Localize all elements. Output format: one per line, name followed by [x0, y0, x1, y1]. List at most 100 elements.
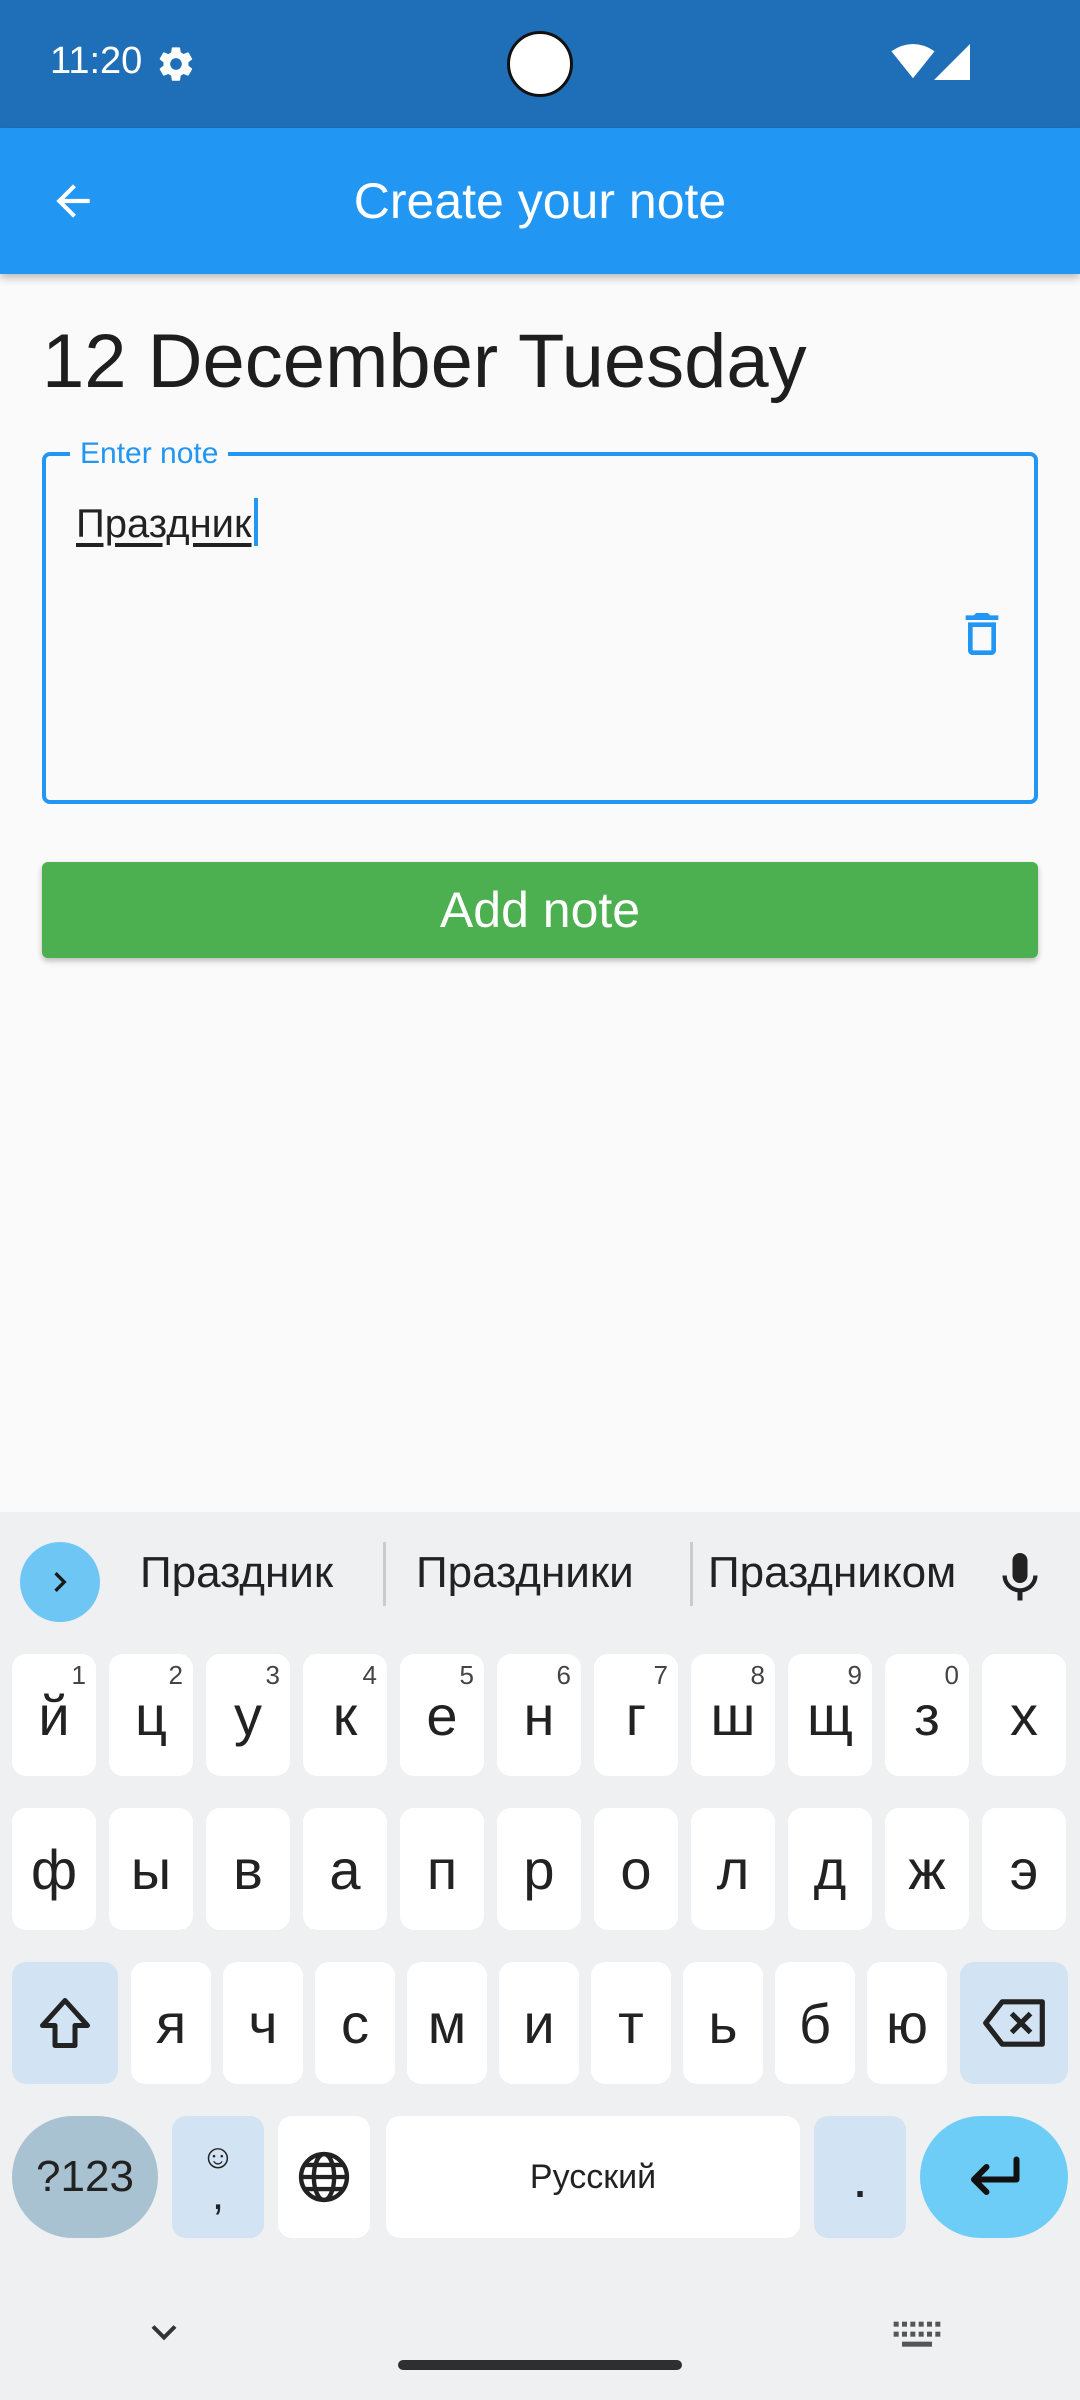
- key-ю[interactable]: ю: [867, 1962, 947, 2084]
- key-hint: 0: [944, 1660, 959, 1690]
- shift-key[interactable]: [12, 1962, 118, 2084]
- key-р[interactable]: р: [497, 1808, 581, 1930]
- note-input-text: Праздник: [76, 502, 252, 546]
- key-label: ь: [708, 1991, 738, 2055]
- key-label: о: [620, 1837, 652, 1901]
- period-key[interactable]: .: [814, 2116, 906, 2238]
- soft-keyboard: Праздник Праздники Праздником й1ц2у3к4е5…: [0, 1512, 1080, 2400]
- hide-keyboard-chevron-icon[interactable]: [142, 2310, 186, 2354]
- suggestion-3[interactable]: Праздником: [708, 1548, 956, 1598]
- key-label: и: [523, 1991, 555, 2055]
- key-э[interactable]: э: [982, 1808, 1066, 1930]
- key-label: э: [1009, 1837, 1039, 1901]
- key-label: в: [233, 1837, 263, 1901]
- key-д[interactable]: д: [788, 1808, 872, 1930]
- key-label: у: [234, 1683, 262, 1747]
- key-label: л: [716, 1837, 750, 1901]
- key-label: г: [625, 1683, 647, 1747]
- key-й[interactable]: й1: [12, 1654, 96, 1776]
- text-caret: [253, 498, 258, 547]
- suggestion-divider: [690, 1542, 693, 1606]
- key-label: щ: [806, 1683, 854, 1747]
- key-hint: 6: [556, 1660, 571, 1690]
- key-label: д: [813, 1837, 847, 1901]
- key-hint: 8: [750, 1660, 765, 1690]
- key-с[interactable]: с: [315, 1962, 395, 2084]
- key-ф[interactable]: ф: [12, 1808, 96, 1930]
- date-heading: 12 December Tuesday: [42, 319, 807, 404]
- key-я[interactable]: я: [131, 1962, 211, 2084]
- key-т[interactable]: т: [591, 1962, 671, 2084]
- page-title: Create your note: [353, 173, 727, 229]
- enter-icon: [971, 2156, 1020, 2195]
- microphone-icon[interactable]: [990, 1546, 1050, 1610]
- key-hint: 7: [653, 1660, 668, 1690]
- comma-label: ,: [211, 2170, 225, 2219]
- key-о[interactable]: о: [594, 1808, 678, 1930]
- suggestion-2[interactable]: Праздники: [416, 1548, 634, 1598]
- key-щ[interactable]: щ9: [788, 1654, 872, 1776]
- key-label: й: [38, 1683, 70, 1747]
- key-г[interactable]: г7: [594, 1654, 678, 1776]
- key-е[interactable]: е5: [400, 1654, 484, 1776]
- key-н[interactable]: н6: [497, 1654, 581, 1776]
- suggestion-divider: [383, 1542, 386, 1606]
- back-button[interactable]: [38, 166, 108, 236]
- keyboard-switch-icon[interactable]: [892, 2320, 942, 2350]
- key-label: с: [341, 1991, 369, 2055]
- key-х[interactable]: х: [982, 1654, 1066, 1776]
- key-label: ы: [130, 1837, 172, 1901]
- space-key[interactable]: Русский: [386, 2116, 800, 2238]
- delete-icon[interactable]: [954, 604, 1010, 664]
- key-ь[interactable]: ь: [683, 1962, 763, 2084]
- emoji-comma-key[interactable]: ☺ ,: [172, 2116, 264, 2238]
- backspace-key[interactable]: [960, 1962, 1068, 2084]
- settings-gear-icon: [159, 47, 193, 81]
- key-ж[interactable]: ж: [885, 1808, 969, 1930]
- key-ш[interactable]: ш8: [691, 1654, 775, 1776]
- enter-key[interactable]: [920, 2116, 1068, 2238]
- key-label: б: [798, 1991, 832, 2055]
- key-а[interactable]: а: [303, 1808, 387, 1930]
- language-key[interactable]: [278, 2116, 370, 2238]
- key-и[interactable]: и: [499, 1962, 579, 2084]
- symbols-key[interactable]: ?123: [12, 2116, 158, 2238]
- key-ц[interactable]: ц2: [109, 1654, 193, 1776]
- key-label: м: [427, 1991, 467, 2055]
- globe-icon: [298, 2151, 350, 2203]
- key-ч[interactable]: ч: [223, 1962, 303, 2084]
- key-label: е: [426, 1683, 458, 1747]
- key-з[interactable]: з0: [885, 1654, 969, 1776]
- status-bar: 11:20: [0, 0, 1080, 128]
- key-label: ш: [710, 1683, 756, 1747]
- status-time: 11:20: [50, 40, 143, 82]
- key-м[interactable]: м: [407, 1962, 487, 2084]
- note-input-label: Enter note: [70, 436, 229, 472]
- key-в[interactable]: в: [206, 1808, 290, 1930]
- key-у[interactable]: у3: [206, 1654, 290, 1776]
- home-indicator[interactable]: [398, 2360, 682, 2370]
- note-input-value[interactable]: Праздник: [76, 498, 258, 547]
- camera-cutout: [507, 31, 573, 97]
- key-hint: 9: [847, 1660, 862, 1690]
- key-label: ж: [908, 1837, 946, 1901]
- app-bar: Create your note: [0, 128, 1080, 274]
- key-label: ю: [886, 1991, 928, 2055]
- key-б[interactable]: б: [775, 1962, 855, 2084]
- key-label: ч: [248, 1991, 278, 2055]
- expand-toolbar-button[interactable]: [20, 1542, 100, 1622]
- key-label: т: [618, 1991, 644, 2055]
- key-ы[interactable]: ы: [109, 1808, 193, 1930]
- key-label: а: [329, 1837, 361, 1901]
- key-л[interactable]: л: [691, 1808, 775, 1930]
- backspace-icon: [983, 1999, 1045, 2047]
- suggestion-1[interactable]: Праздник: [140, 1548, 333, 1598]
- key-hint: 3: [265, 1660, 280, 1690]
- note-input[interactable]: Enter note Праздник: [42, 436, 1038, 804]
- wifi-icon: [891, 44, 935, 79]
- shift-icon: [40, 1998, 90, 2048]
- key-label: н: [523, 1683, 555, 1747]
- key-к[interactable]: к4: [303, 1654, 387, 1776]
- key-п[interactable]: п: [400, 1808, 484, 1930]
- add-note-button[interactable]: Add note: [42, 862, 1038, 958]
